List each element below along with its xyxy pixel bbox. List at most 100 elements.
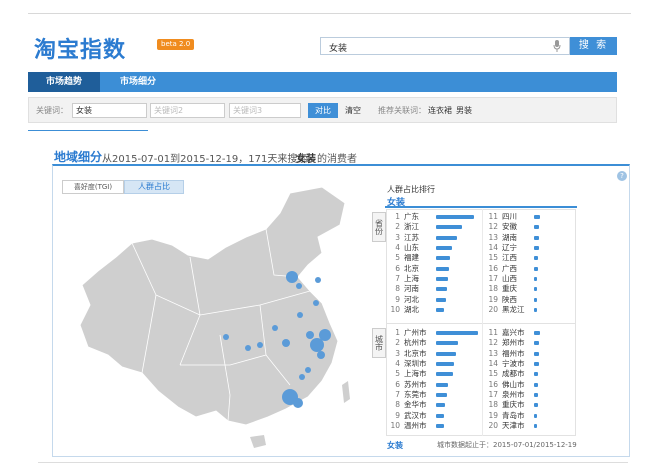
search-value: 女装 (329, 44, 348, 54)
bubble-shenzhen (293, 398, 303, 408)
ranking-row[interactable]: 19 陕西 (486, 294, 576, 304)
ranking-row[interactable]: 8 金华市 (388, 400, 482, 410)
ranking-row[interactable]: 19 青岛市 (486, 410, 576, 420)
rank-bar (436, 246, 452, 251)
rank-number: 12 (488, 222, 498, 232)
ranking-row[interactable]: 15 成都市 (486, 369, 576, 379)
ranking-row[interactable]: 6 苏州市 (388, 379, 482, 389)
clear-link[interactable]: 清空 (345, 105, 361, 116)
ranking-row[interactable]: 12 安徽 (486, 222, 576, 232)
rank-name: 广西 (502, 263, 517, 273)
tab-market-trend[interactable]: 市场趋势 (28, 72, 100, 92)
section-suffix: 的消费者 (317, 154, 357, 165)
province-label[interactable]: 省份 (372, 212, 386, 242)
rank-number: 5 (395, 253, 400, 263)
rank-name: 山东 (404, 243, 419, 253)
rank-name: 深圳市 (404, 359, 427, 369)
ranking-row[interactable]: 7 上海 (388, 274, 482, 284)
china-map[interactable] (60, 185, 380, 450)
tab-market-segment[interactable]: 市场细分 (100, 72, 176, 92)
rank-bar (534, 297, 537, 302)
ranking-row[interactable]: 13 湖南 (486, 233, 576, 243)
ranking-row[interactable]: 14 辽宁 (486, 243, 576, 253)
keyword-input-2[interactable]: 关键词2 (150, 103, 225, 118)
ranking-row[interactable]: 2 杭州市 (388, 338, 482, 348)
rank-number: 9 (395, 294, 400, 304)
top-rule (28, 13, 631, 14)
city-label[interactable]: 城市 (372, 328, 386, 358)
ranking-row[interactable]: 15 江西 (486, 253, 576, 263)
section-keyword: 女装 (296, 154, 316, 165)
rank-number: 12 (488, 338, 498, 348)
rank-number: 1 (395, 328, 400, 338)
rank-name: 湖北 (404, 304, 419, 314)
rank-number: 15 (488, 369, 498, 379)
ranking-row[interactable]: 9 武汉市 (388, 410, 482, 420)
keyword-input-3[interactable]: 关键词3 (229, 103, 301, 118)
rank-name: 苏州市 (404, 379, 427, 389)
ranking-row[interactable]: 10 湖北 (388, 305, 482, 315)
ranking-row[interactable]: 16 佛山市 (486, 379, 576, 389)
ranking-row[interactable]: 16 广西 (486, 263, 576, 273)
rank-name: 福州市 (502, 348, 525, 358)
ranking-row[interactable]: 1 广州市 (388, 328, 482, 338)
ranking-row[interactable]: 12 郑州市 (486, 338, 576, 348)
section-title: 地域细分 (54, 150, 103, 164)
ranking-row[interactable]: 11 嘉兴市 (486, 328, 576, 338)
ranking-row[interactable]: 17 泉州市 (486, 390, 576, 400)
bubble-jinan (297, 312, 303, 318)
ranking-row[interactable]: 17 山西 (486, 274, 576, 284)
rank-number: 2 (395, 338, 400, 348)
search-input[interactable]: 女装 (320, 37, 570, 55)
rank-number: 2 (395, 222, 400, 232)
ranking-row[interactable]: 20 天津市 (486, 421, 576, 431)
ranking-row[interactable]: 4 深圳市 (388, 359, 482, 369)
rank-bar (534, 235, 540, 240)
rank-name: 广州市 (404, 328, 427, 338)
rank-bar (534, 225, 540, 230)
ranking-row[interactable]: 8 河南 (388, 284, 482, 294)
ranking-row[interactable]: 3 北京市 (388, 349, 482, 359)
ranking-row[interactable]: 2 浙江 (388, 222, 482, 232)
rank-number: 13 (488, 348, 498, 358)
recommend-link-2[interactable]: 男装 (456, 105, 472, 116)
rank-bar (534, 287, 537, 292)
compare-button[interactable]: 对比 (308, 103, 338, 118)
rank-name: 青岛市 (502, 410, 525, 420)
rank-name: 金华市 (404, 400, 427, 410)
ranking-row[interactable]: 4 山东 (388, 243, 482, 253)
ranking-row[interactable]: 10 温州市 (388, 421, 482, 431)
search-button[interactable]: 搜 索 (570, 37, 617, 55)
ranking-row[interactable]: 1 广东 (388, 212, 482, 222)
ranking-row[interactable]: 9 河北 (388, 294, 482, 304)
ranking-row[interactable]: 18 重庆 (486, 284, 576, 294)
ranking-row[interactable]: 5 福建 (388, 253, 482, 263)
ranking-row[interactable]: 6 北京 (388, 263, 482, 273)
rank-name: 辽宁 (502, 243, 517, 253)
map-mainland (79, 186, 346, 426)
logo[interactable]: 淘宝指数 (34, 32, 126, 64)
section-subtitle: 从2015-07-01到2015-12-19，171天来搜索 (102, 154, 308, 165)
recommend-label: 推荐关联词： (378, 106, 426, 115)
rank-name: 佛山市 (502, 379, 525, 389)
rank-number: 11 (488, 212, 498, 222)
rank-bar (436, 287, 447, 292)
rank-bar (534, 266, 538, 271)
ranking-row[interactable]: 11 四川 (486, 212, 576, 222)
rank-bar (534, 362, 539, 367)
rank-number: 17 (488, 389, 498, 399)
ranking-row[interactable]: 7 东莞市 (388, 390, 482, 400)
ranking-row[interactable]: 3 江苏 (388, 233, 482, 243)
keyword-input-1[interactable]: 女装 (72, 103, 147, 118)
ranking-row[interactable]: 14 宁波市 (486, 359, 576, 369)
rank-name: 黑龙江 (502, 304, 525, 314)
ranking-row[interactable]: 20 黑龙江 (486, 305, 576, 315)
ranking-row[interactable]: 5 上海市 (388, 369, 482, 379)
ranking-row[interactable]: 18 重庆市 (486, 400, 576, 410)
mic-icon[interactable] (553, 40, 561, 52)
rank-number: 19 (488, 410, 498, 420)
recommend-link-1[interactable]: 连衣裙 (428, 105, 452, 116)
ranking-row[interactable]: 13 福州市 (486, 349, 576, 359)
rank-bar (534, 382, 539, 387)
bubble-hangzhou (310, 338, 324, 352)
